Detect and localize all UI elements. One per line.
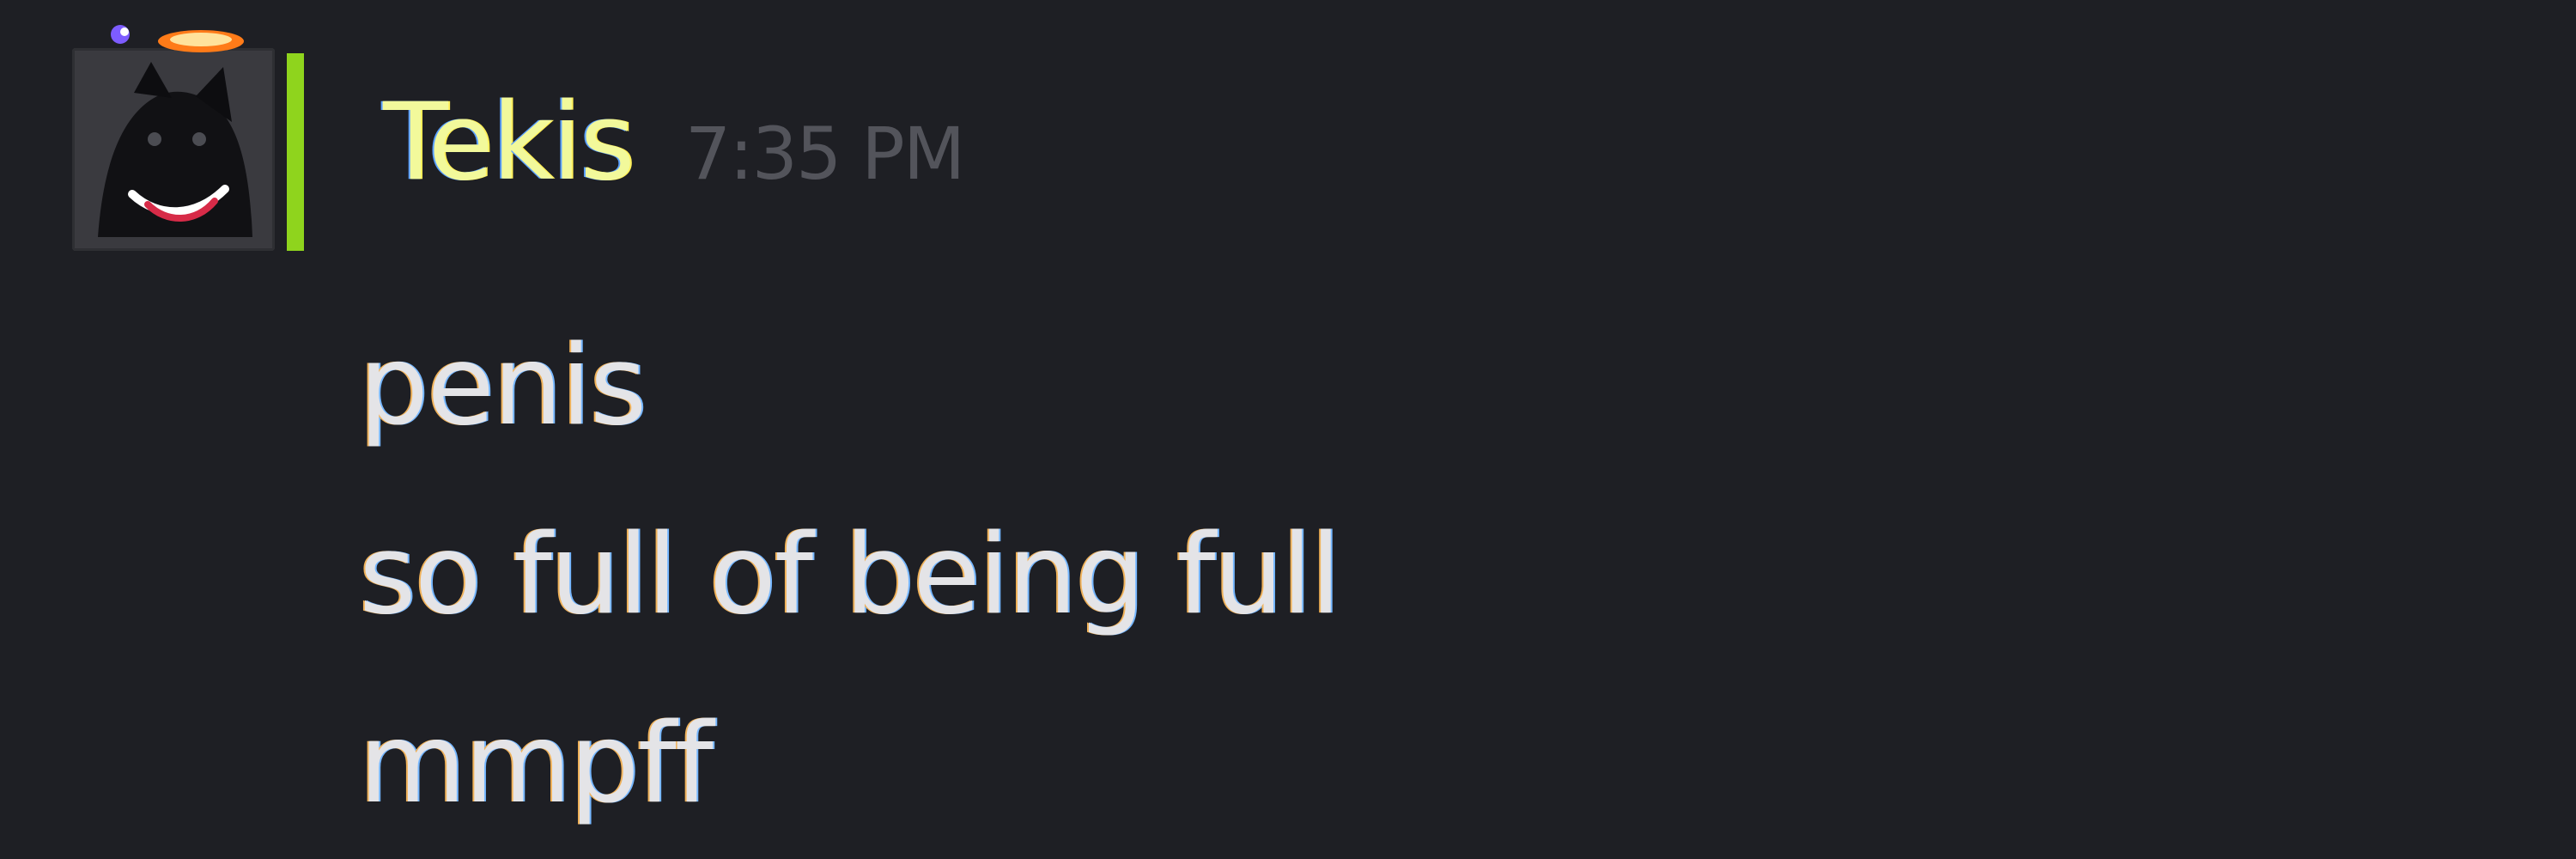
user-avatar[interactable] — [72, 48, 275, 251]
chat-message[interactable]: Tekis 7:35 PM penis so full of being ful… — [0, 0, 2576, 859]
dog-avatar-icon — [72, 48, 275, 251]
message-line: so full of being full — [359, 511, 1341, 639]
message-header: Tekis 7:35 PM — [383, 89, 965, 196]
message-timestamp[interactable]: 7:35 PM — [685, 118, 965, 190]
flame-decoration-icon — [111, 25, 244, 52]
message-content: penis so full of being full mmpff — [359, 292, 1341, 859]
username[interactable]: Tekis — [383, 89, 635, 196]
message-line: mmpff — [359, 700, 714, 828]
chat-view: Tekis 7:35 PM penis so full of being ful… — [0, 0, 2576, 859]
message-line: penis — [359, 322, 647, 450]
role-color-bar — [287, 53, 304, 251]
